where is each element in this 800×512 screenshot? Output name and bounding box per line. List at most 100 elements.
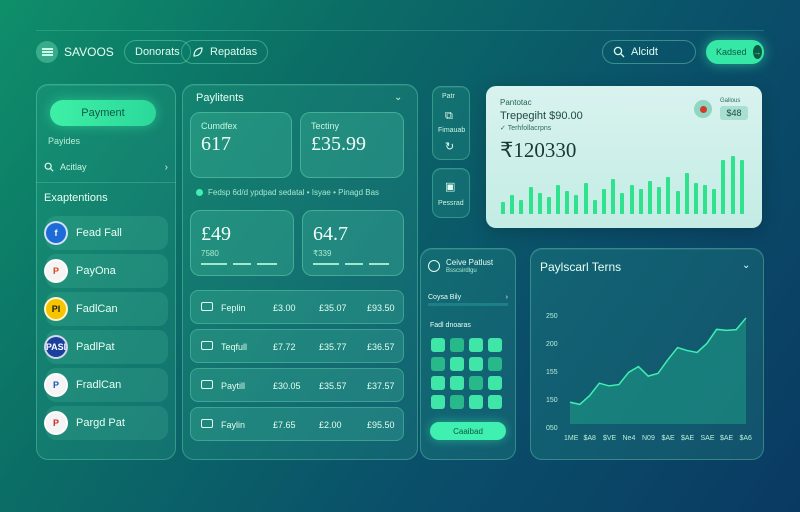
stat-card[interactable]: 64.7 ₹339 <box>302 210 404 276</box>
row-value: £7.72 <box>273 342 296 352</box>
keypad-section: Fadl dnoaras <box>430 322 471 329</box>
quick-action-label: Patr <box>442 93 455 100</box>
brand-logo-icon: PI <box>44 297 68 321</box>
chart-bar <box>565 191 570 214</box>
stat-card[interactable]: Cumdfex 617 <box>190 112 292 178</box>
chart-bar <box>583 182 588 214</box>
topbar-divider <box>36 30 764 31</box>
keypad-key[interactable] <box>488 338 502 352</box>
keypad-confirm-button[interactable]: Caaibad <box>430 422 506 440</box>
chart-bar <box>519 199 524 214</box>
keypad-subtitle: Bsscsirdlgu <box>446 268 477 274</box>
sidebar-item[interactable]: PI FadlCan <box>44 292 168 326</box>
x-tick-label: $AE <box>662 435 676 442</box>
sidebar-item[interactable]: f Fead Fall <box>44 216 168 250</box>
sidebar-item-label: FradlCan <box>76 379 122 391</box>
refresh-icon: ↻ <box>445 141 455 153</box>
keypad-key[interactable] <box>431 395 445 409</box>
keypad-key[interactable] <box>450 395 464 409</box>
chart-bar <box>684 172 689 214</box>
action-button[interactable]: Kadsed → <box>706 40 764 64</box>
keypad-key[interactable] <box>450 338 464 352</box>
y-tick-label: 155 <box>546 369 558 376</box>
keypad-key[interactable] <box>488 395 502 409</box>
row-value: £95.50 <box>367 420 395 430</box>
chevron-right-icon: › <box>164 161 168 173</box>
table-row[interactable]: Faylin £7.65 £2.00 £95.50 <box>190 407 404 441</box>
summary-caption: Pantotac <box>500 98 532 107</box>
row-value: £36.57 <box>367 342 395 352</box>
y-tick-label: 050 <box>546 425 558 432</box>
trend-chart: 250 200 155 150 050 1ME $A8 $VE Ne4 N09 $AE $AE SAE $… <box>546 313 753 442</box>
keypad-key[interactable] <box>431 357 445 371</box>
keypad-key[interactable] <box>469 395 483 409</box>
keypad-select[interactable]: Coysa Bily › <box>428 292 508 306</box>
payments-note-text: Fedsp 6d/d ypdpad sedatal • Isyae • Pina… <box>208 188 380 197</box>
x-tick-label: $A6 <box>740 435 753 442</box>
keypad-key[interactable] <box>431 376 445 390</box>
table-row[interactable]: Feplin £3.00 £35.07 £93.50 <box>190 290 404 324</box>
chart-bar <box>666 176 671 214</box>
stat-value: £35.99 <box>311 133 366 155</box>
sidebar-item[interactable]: P FradlCan <box>44 368 168 402</box>
keypad-title: Ceive Patlust <box>446 258 494 267</box>
sidebar-section-title: Exaptentions <box>44 192 108 204</box>
x-tick-label: Ne4 <box>623 435 636 442</box>
stat-footer <box>313 263 389 265</box>
quick-action-label: Fimauab <box>438 127 466 134</box>
sidebar-item[interactable]: P PayOna <box>44 254 168 288</box>
stat-sub: ₹339 <box>313 249 332 258</box>
badge-value[interactable]: $48 <box>720 106 748 120</box>
summary-bar-chart <box>500 154 748 214</box>
alert-icon[interactable] <box>694 100 712 118</box>
nav-pill-repatdas[interactable]: Repatdas <box>181 40 269 64</box>
quick-action-card[interactable] <box>432 168 470 218</box>
keypad-key[interactable] <box>450 357 464 371</box>
stat-value: £49 <box>201 223 231 245</box>
stat-value: 64.7 <box>313 223 348 245</box>
chart-bar <box>638 189 643 214</box>
chart-bar <box>730 156 735 214</box>
leaf-icon <box>193 47 203 57</box>
sidebar-item[interactable]: PASI PadlPat <box>44 330 168 364</box>
chart-bar <box>675 191 680 214</box>
chart-bar <box>528 187 533 214</box>
chart-bar <box>546 197 551 214</box>
trend-area <box>570 317 746 424</box>
action-button-label: Kadsed <box>716 47 747 57</box>
keypad-key[interactable] <box>469 338 483 352</box>
chart-bar <box>620 193 625 214</box>
search-icon <box>613 46 625 58</box>
stat-card[interactable]: Tectiny £35.99 <box>300 112 404 178</box>
search-box[interactable]: Alcidt <box>602 40 696 64</box>
sidebar-item-label: PadlPat <box>76 341 115 353</box>
brand-logo-icon: P <box>44 411 68 435</box>
keypad-key[interactable] <box>431 338 445 352</box>
sidebar-item[interactable]: P Pargd Pat <box>44 406 168 440</box>
keypad-key[interactable] <box>488 357 502 371</box>
chart-bar <box>712 189 717 214</box>
row-value: £35.77 <box>319 342 347 352</box>
keypad-key[interactable] <box>469 357 483 371</box>
sidebar-search[interactable]: Acitlay › <box>44 156 168 178</box>
link-icon: ⧉ <box>445 110 453 122</box>
table-row[interactable]: Paytill £30.05 £35.57 £37.57 <box>190 368 404 402</box>
chart-bar <box>647 180 652 214</box>
chart-bar <box>592 199 597 214</box>
summary-detail-text: Terhfollacrpns <box>507 125 552 132</box>
table-row[interactable]: Teqfull £7.72 £35.77 £36.57 <box>190 329 404 363</box>
chevron-down-icon[interactable]: ⌄ <box>394 92 402 103</box>
arrow-icon: → <box>752 45 762 59</box>
keypad-key[interactable] <box>450 376 464 390</box>
keypad-key[interactable] <box>469 376 483 390</box>
x-tick-label: $AE <box>720 435 734 442</box>
chart-bar <box>501 201 505 214</box>
keypad-key[interactable] <box>488 376 502 390</box>
app-brand[interactable]: SAVOOS <box>36 40 114 64</box>
chart-bar <box>537 193 542 214</box>
row-name: Paytill <box>221 381 246 391</box>
stat-card[interactable]: £49 7580 <box>190 210 294 276</box>
row-name: Feplin <box>221 303 246 313</box>
payment-button[interactable]: Payment <box>50 100 156 126</box>
wallet-icon: ▣ <box>445 181 456 193</box>
